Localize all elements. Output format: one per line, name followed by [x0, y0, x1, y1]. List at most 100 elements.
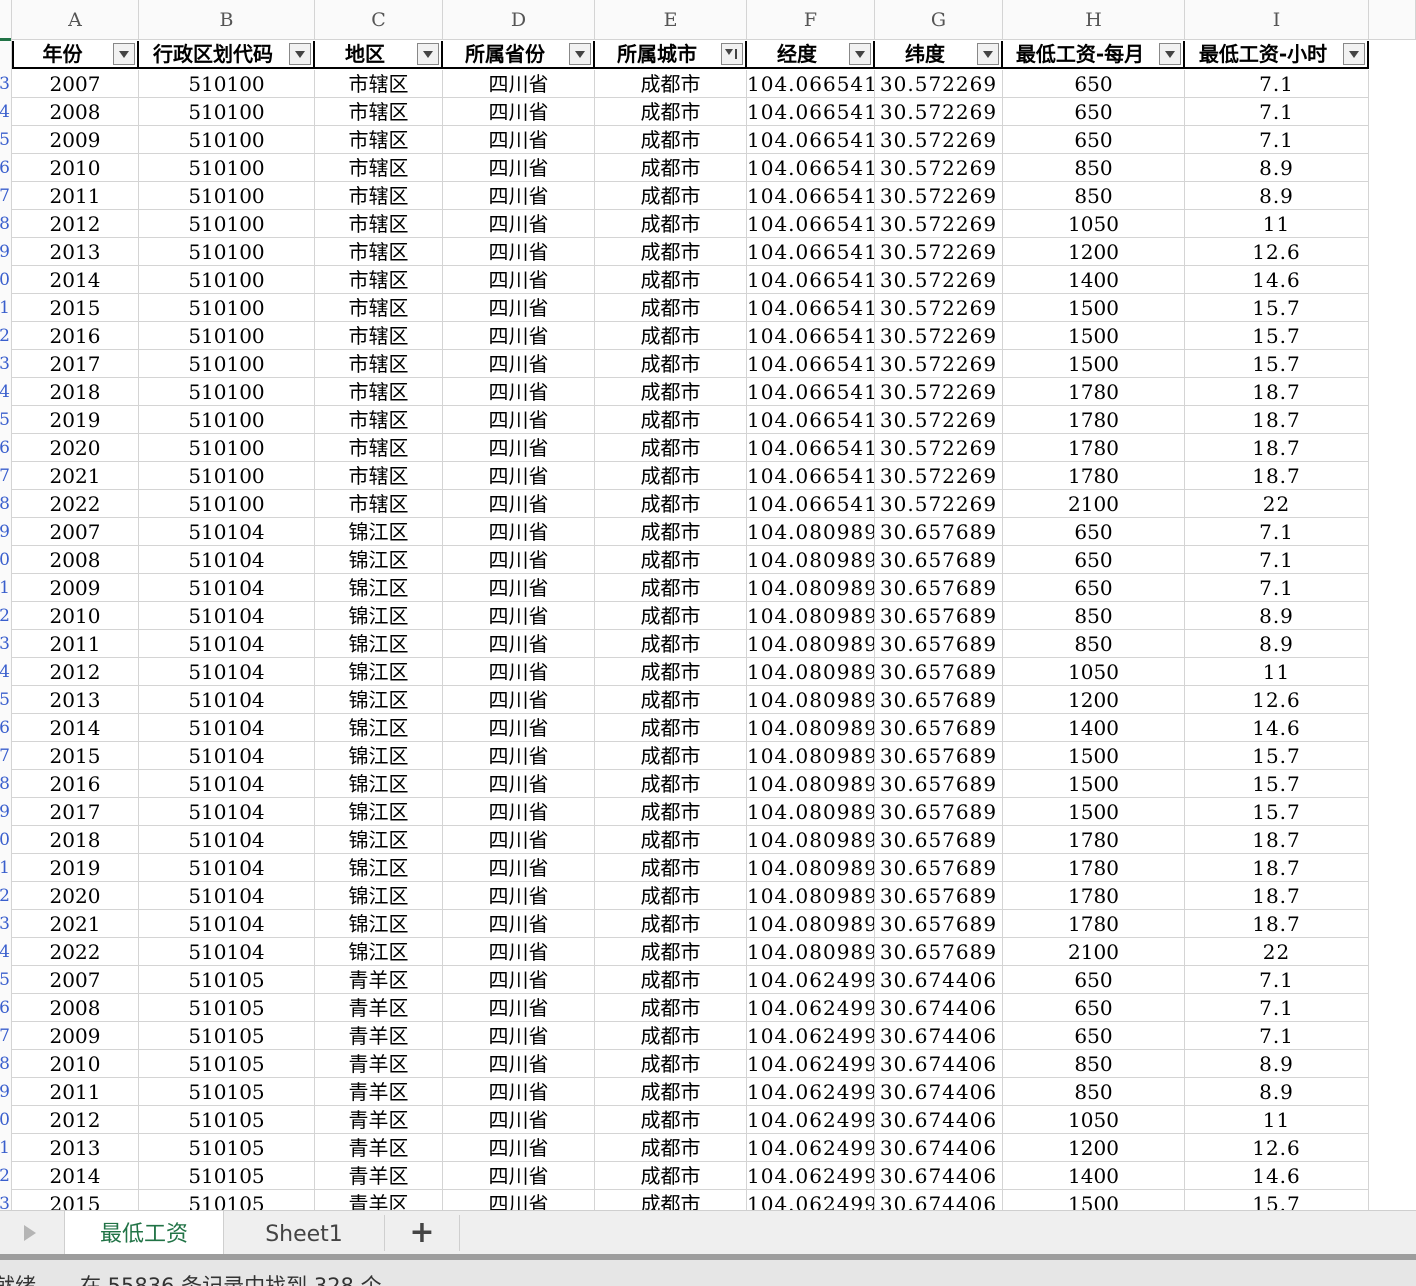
table-cell[interactable]: 104.080989: [747, 518, 875, 546]
table-cell[interactable]: 30.657689: [875, 686, 1003, 714]
table-cell[interactable]: 成都市: [595, 714, 747, 742]
chevron-down-icon[interactable]: [289, 43, 311, 65]
table-cell[interactable]: 青羊区: [315, 994, 443, 1022]
table-cell[interactable]: 104.066541: [747, 350, 875, 378]
column-header-d[interactable]: D: [443, 0, 595, 40]
chevron-down-icon[interactable]: [569, 43, 591, 65]
table-cell[interactable]: 30.572269: [875, 182, 1003, 210]
table-cell[interactable]: 104.066541: [747, 378, 875, 406]
row-number[interactable]: 8: [0, 494, 10, 514]
table-cell[interactable]: 1400: [1003, 1162, 1185, 1190]
table-cell[interactable]: 650: [1003, 574, 1185, 602]
row-number[interactable]: 8: [0, 214, 10, 234]
header-cell[interactable]: 最低工资-小时: [1185, 41, 1369, 69]
row-number[interactable]: 6: [0, 718, 10, 738]
table-cell[interactable]: 510100: [139, 98, 315, 126]
table-cell[interactable]: 2018: [12, 826, 139, 854]
row-number[interactable]: 3: [0, 354, 10, 374]
table-cell[interactable]: 2015: [12, 294, 139, 322]
table-cell[interactable]: 1500: [1003, 742, 1185, 770]
table-cell[interactable]: 2017: [12, 798, 139, 826]
table-cell[interactable]: 104.080989: [747, 854, 875, 882]
table-cell[interactable]: 四川省: [443, 518, 595, 546]
table-cell[interactable]: 1500: [1003, 798, 1185, 826]
row-number[interactable]: 6: [0, 998, 10, 1018]
table-cell[interactable]: 2014: [12, 1162, 139, 1190]
table-cell[interactable]: 104.066541: [747, 238, 875, 266]
table-cell[interactable]: 市辖区: [315, 294, 443, 322]
table-cell[interactable]: 510100: [139, 266, 315, 294]
table-cell[interactable]: 2012: [12, 1106, 139, 1134]
table-cell[interactable]: 市辖区: [315, 434, 443, 462]
table-cell[interactable]: 2016: [12, 770, 139, 798]
table-cell[interactable]: 14.6: [1185, 266, 1369, 294]
table-cell[interactable]: 锦江区: [315, 630, 443, 658]
table-cell[interactable]: 850: [1003, 1078, 1185, 1106]
table-cell[interactable]: 510104: [139, 742, 315, 770]
table-cell[interactable]: 22: [1185, 938, 1369, 966]
table-cell[interactable]: 四川省: [443, 938, 595, 966]
header-cell[interactable]: 行政区划代码: [139, 41, 315, 69]
table-cell[interactable]: 30.657689: [875, 798, 1003, 826]
tab-sheet1[interactable]: Sheet1: [226, 1211, 382, 1254]
table-cell[interactable]: 510104: [139, 518, 315, 546]
table-cell[interactable]: 2009: [12, 574, 139, 602]
table-cell[interactable]: 成都市: [595, 574, 747, 602]
table-cell[interactable]: 510105: [139, 1078, 315, 1106]
table-cell[interactable]: 1780: [1003, 882, 1185, 910]
table-cell[interactable]: 30.674406: [875, 1050, 1003, 1078]
table-cell[interactable]: 四川省: [443, 266, 595, 294]
row-number[interactable]: 1: [0, 858, 10, 878]
table-cell[interactable]: 四川省: [443, 742, 595, 770]
table-cell[interactable]: 2007: [12, 518, 139, 546]
table-cell[interactable]: 成都市: [595, 910, 747, 938]
table-cell[interactable]: 市辖区: [315, 238, 443, 266]
table-cell[interactable]: 2017: [12, 350, 139, 378]
table-cell[interactable]: 850: [1003, 602, 1185, 630]
table-cell[interactable]: 7.1: [1185, 546, 1369, 574]
table-cell[interactable]: 2008: [12, 546, 139, 574]
table-cell[interactable]: 成都市: [595, 546, 747, 574]
row-number[interactable]: 2: [0, 606, 10, 626]
table-cell[interactable]: 650: [1003, 994, 1185, 1022]
table-cell[interactable]: 850: [1003, 154, 1185, 182]
table-cell[interactable]: 8.9: [1185, 1078, 1369, 1106]
table-cell[interactable]: 510100: [139, 294, 315, 322]
table-cell[interactable]: 四川省: [443, 1022, 595, 1050]
table-cell[interactable]: 四川省: [443, 1190, 595, 1210]
header-cell[interactable]: 地区: [315, 41, 443, 69]
table-cell[interactable]: 30.572269: [875, 462, 1003, 490]
row-number[interactable]: 4: [0, 662, 10, 682]
row-number[interactable]: 5: [0, 410, 10, 430]
table-cell[interactable]: 四川省: [443, 70, 595, 98]
table-cell[interactable]: 市辖区: [315, 490, 443, 518]
table-cell[interactable]: 四川省: [443, 630, 595, 658]
column-header-g[interactable]: G: [875, 0, 1003, 40]
row-number[interactable]: 5: [0, 130, 10, 150]
table-cell[interactable]: 成都市: [595, 182, 747, 210]
table-cell[interactable]: 四川省: [443, 1050, 595, 1078]
table-cell[interactable]: 104.066541: [747, 266, 875, 294]
table-cell[interactable]: 510100: [139, 70, 315, 98]
table-cell[interactable]: 成都市: [595, 1022, 747, 1050]
chevron-down-icon[interactable]: [417, 43, 439, 65]
table-cell[interactable]: 104.066541: [747, 490, 875, 518]
table-cell[interactable]: 市辖区: [315, 98, 443, 126]
table-cell[interactable]: 成都市: [595, 1134, 747, 1162]
table-cell[interactable]: 锦江区: [315, 910, 443, 938]
table-cell[interactable]: 锦江区: [315, 742, 443, 770]
table-cell[interactable]: 1500: [1003, 322, 1185, 350]
row-number[interactable]: 8: [0, 1054, 10, 1074]
table-cell[interactable]: 2021: [12, 462, 139, 490]
table-cell[interactable]: 成都市: [595, 938, 747, 966]
row-number[interactable]: 9: [0, 522, 10, 542]
table-cell[interactable]: 104.066541: [747, 126, 875, 154]
table-cell[interactable]: 锦江区: [315, 546, 443, 574]
table-cell[interactable]: 2009: [12, 1022, 139, 1050]
table-cell[interactable]: 四川省: [443, 966, 595, 994]
row-number[interactable]: 6: [0, 438, 10, 458]
table-cell[interactable]: 2009: [12, 126, 139, 154]
row-number[interactable]: 3: [0, 1194, 10, 1210]
table-cell[interactable]: 成都市: [595, 98, 747, 126]
table-cell[interactable]: 22: [1185, 490, 1369, 518]
